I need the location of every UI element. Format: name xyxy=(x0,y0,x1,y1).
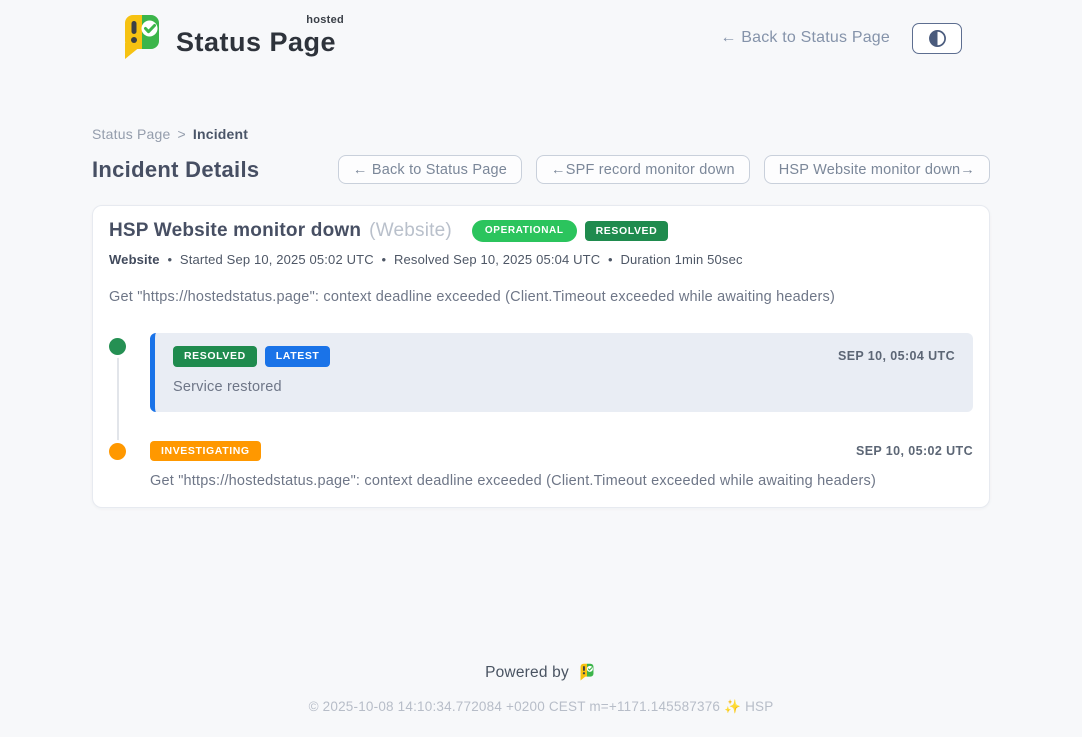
breadcrumb-separator: > xyxy=(177,126,185,142)
incident-description: Get "https://hostedstatus.page": context… xyxy=(109,289,973,305)
timeline-message: Get "https://hostedstatus.page": context… xyxy=(150,473,973,489)
contrast-half-circle-icon xyxy=(928,29,947,48)
meta-separator: • xyxy=(382,252,387,267)
timeline-timestamp: SEP 10, 05:04 UTC xyxy=(838,349,955,363)
back-to-status-page-link[interactable]: ← Back to Status Page xyxy=(720,29,890,47)
powered-by: Powered by xyxy=(0,663,1082,682)
timeline-item-body: RESOLVED LATEST SEP 10, 05:04 UTC Servic… xyxy=(150,333,973,412)
meta-separator: • xyxy=(608,252,613,267)
timeline-badges: RESOLVED LATEST xyxy=(173,346,330,367)
back-to-status-page-button[interactable]: ← Back to Status Page xyxy=(338,155,522,184)
timeline-item-resolved: RESOLVED LATEST SEP 10, 05:04 UTC Servic… xyxy=(109,333,973,412)
meta-duration: Duration 1min 50sec xyxy=(621,252,743,267)
timeline-resolved-badge: RESOLVED xyxy=(173,346,257,367)
brand-name: Status Page hosted xyxy=(176,21,336,56)
top-bar: Status Page hosted ← Back to Status Page xyxy=(0,0,1082,63)
copyright-text: © 2025-10-08 14:10:34.772084 +0200 CEST … xyxy=(309,699,721,714)
title-row: Incident Details ← Back to Status Page ←… xyxy=(92,155,990,184)
timeline-latest-badge: LATEST xyxy=(265,346,331,367)
timeline-item-header: INVESTIGATING SEP 10, 05:02 UTC xyxy=(150,441,973,462)
timeline-item-header: RESOLVED LATEST SEP 10, 05:04 UTC xyxy=(173,346,955,367)
timeline-message: Service restored xyxy=(173,379,955,395)
main-content: Status Page > Incident Incident Details … xyxy=(92,126,990,508)
breadcrumb-status-page[interactable]: Status Page xyxy=(92,126,170,142)
incident-nav-buttons: ← Back to Status Page ←SPF record monito… xyxy=(338,155,990,184)
copyright-line: © 2025-10-08 14:10:34.772084 +0200 CEST … xyxy=(0,699,1082,715)
timeline-dot-column xyxy=(109,333,150,412)
timeline-highlight-box: RESOLVED LATEST SEP 10, 05:04 UTC Servic… xyxy=(150,333,973,412)
brand-superscript: hosted xyxy=(306,15,344,26)
top-bar-right: ← Back to Status Page xyxy=(720,23,962,54)
incident-timeline: RESOLVED LATEST SEP 10, 05:04 UTC Servic… xyxy=(109,333,973,489)
status-page-logo-icon[interactable] xyxy=(577,663,597,682)
timeline-badges: INVESTIGATING xyxy=(150,441,261,462)
incident-title-row: HSP Website monitor down (Website) OPERA… xyxy=(109,220,973,242)
meta-component: Website xyxy=(109,252,160,267)
meta-separator: • xyxy=(167,252,172,267)
timeline-dot-column xyxy=(109,438,150,490)
powered-by-label: Powered by xyxy=(485,664,569,682)
timeline-investigating-badge: INVESTIGATING xyxy=(150,441,261,462)
brand-logo: Status Page hosted xyxy=(118,13,336,63)
breadcrumb: Status Page > Incident xyxy=(92,126,990,142)
prev-incident-button[interactable]: ←SPF record monitor down xyxy=(536,155,750,184)
breadcrumb-incident: Incident xyxy=(193,126,248,142)
next-incident-button[interactable]: HSP Website monitor down→ xyxy=(764,155,990,184)
incident-meta: Website • Started Sep 10, 2025 05:02 UTC… xyxy=(109,252,973,267)
meta-started: Started Sep 10, 2025 05:02 UTC xyxy=(180,252,374,267)
sparkles-icon: ✨ xyxy=(724,699,741,714)
timeline-timestamp: SEP 10, 05:02 UTC xyxy=(856,444,973,458)
incident-component: (Website) xyxy=(369,220,452,242)
timeline-item-body: INVESTIGATING SEP 10, 05:02 UTC Get "htt… xyxy=(150,438,973,490)
meta-resolved: Resolved Sep 10, 2025 05:04 UTC xyxy=(394,252,600,267)
copyright-suffix: HSP xyxy=(745,699,773,714)
theme-toggle-button[interactable] xyxy=(912,23,962,54)
incident-title: HSP Website monitor down xyxy=(109,220,361,242)
operational-badge: OPERATIONAL xyxy=(472,220,577,242)
page-footer: Powered by © 2025-10-08 14:10:34.772084 … xyxy=(0,663,1082,737)
timeline-item-investigating: INVESTIGATING SEP 10, 05:02 UTC Get "htt… xyxy=(109,438,973,490)
resolved-badge: RESOLVED xyxy=(585,221,669,242)
status-page-logo-icon xyxy=(118,13,166,63)
timeline-dot-orange-icon xyxy=(109,443,126,460)
timeline-dot-green-icon xyxy=(109,338,126,355)
status-page-app: Status Page hosted ← Back to Status Page… xyxy=(0,0,1082,737)
page-title: Incident Details xyxy=(92,157,259,183)
incident-card: HSP Website monitor down (Website) OPERA… xyxy=(92,205,990,508)
